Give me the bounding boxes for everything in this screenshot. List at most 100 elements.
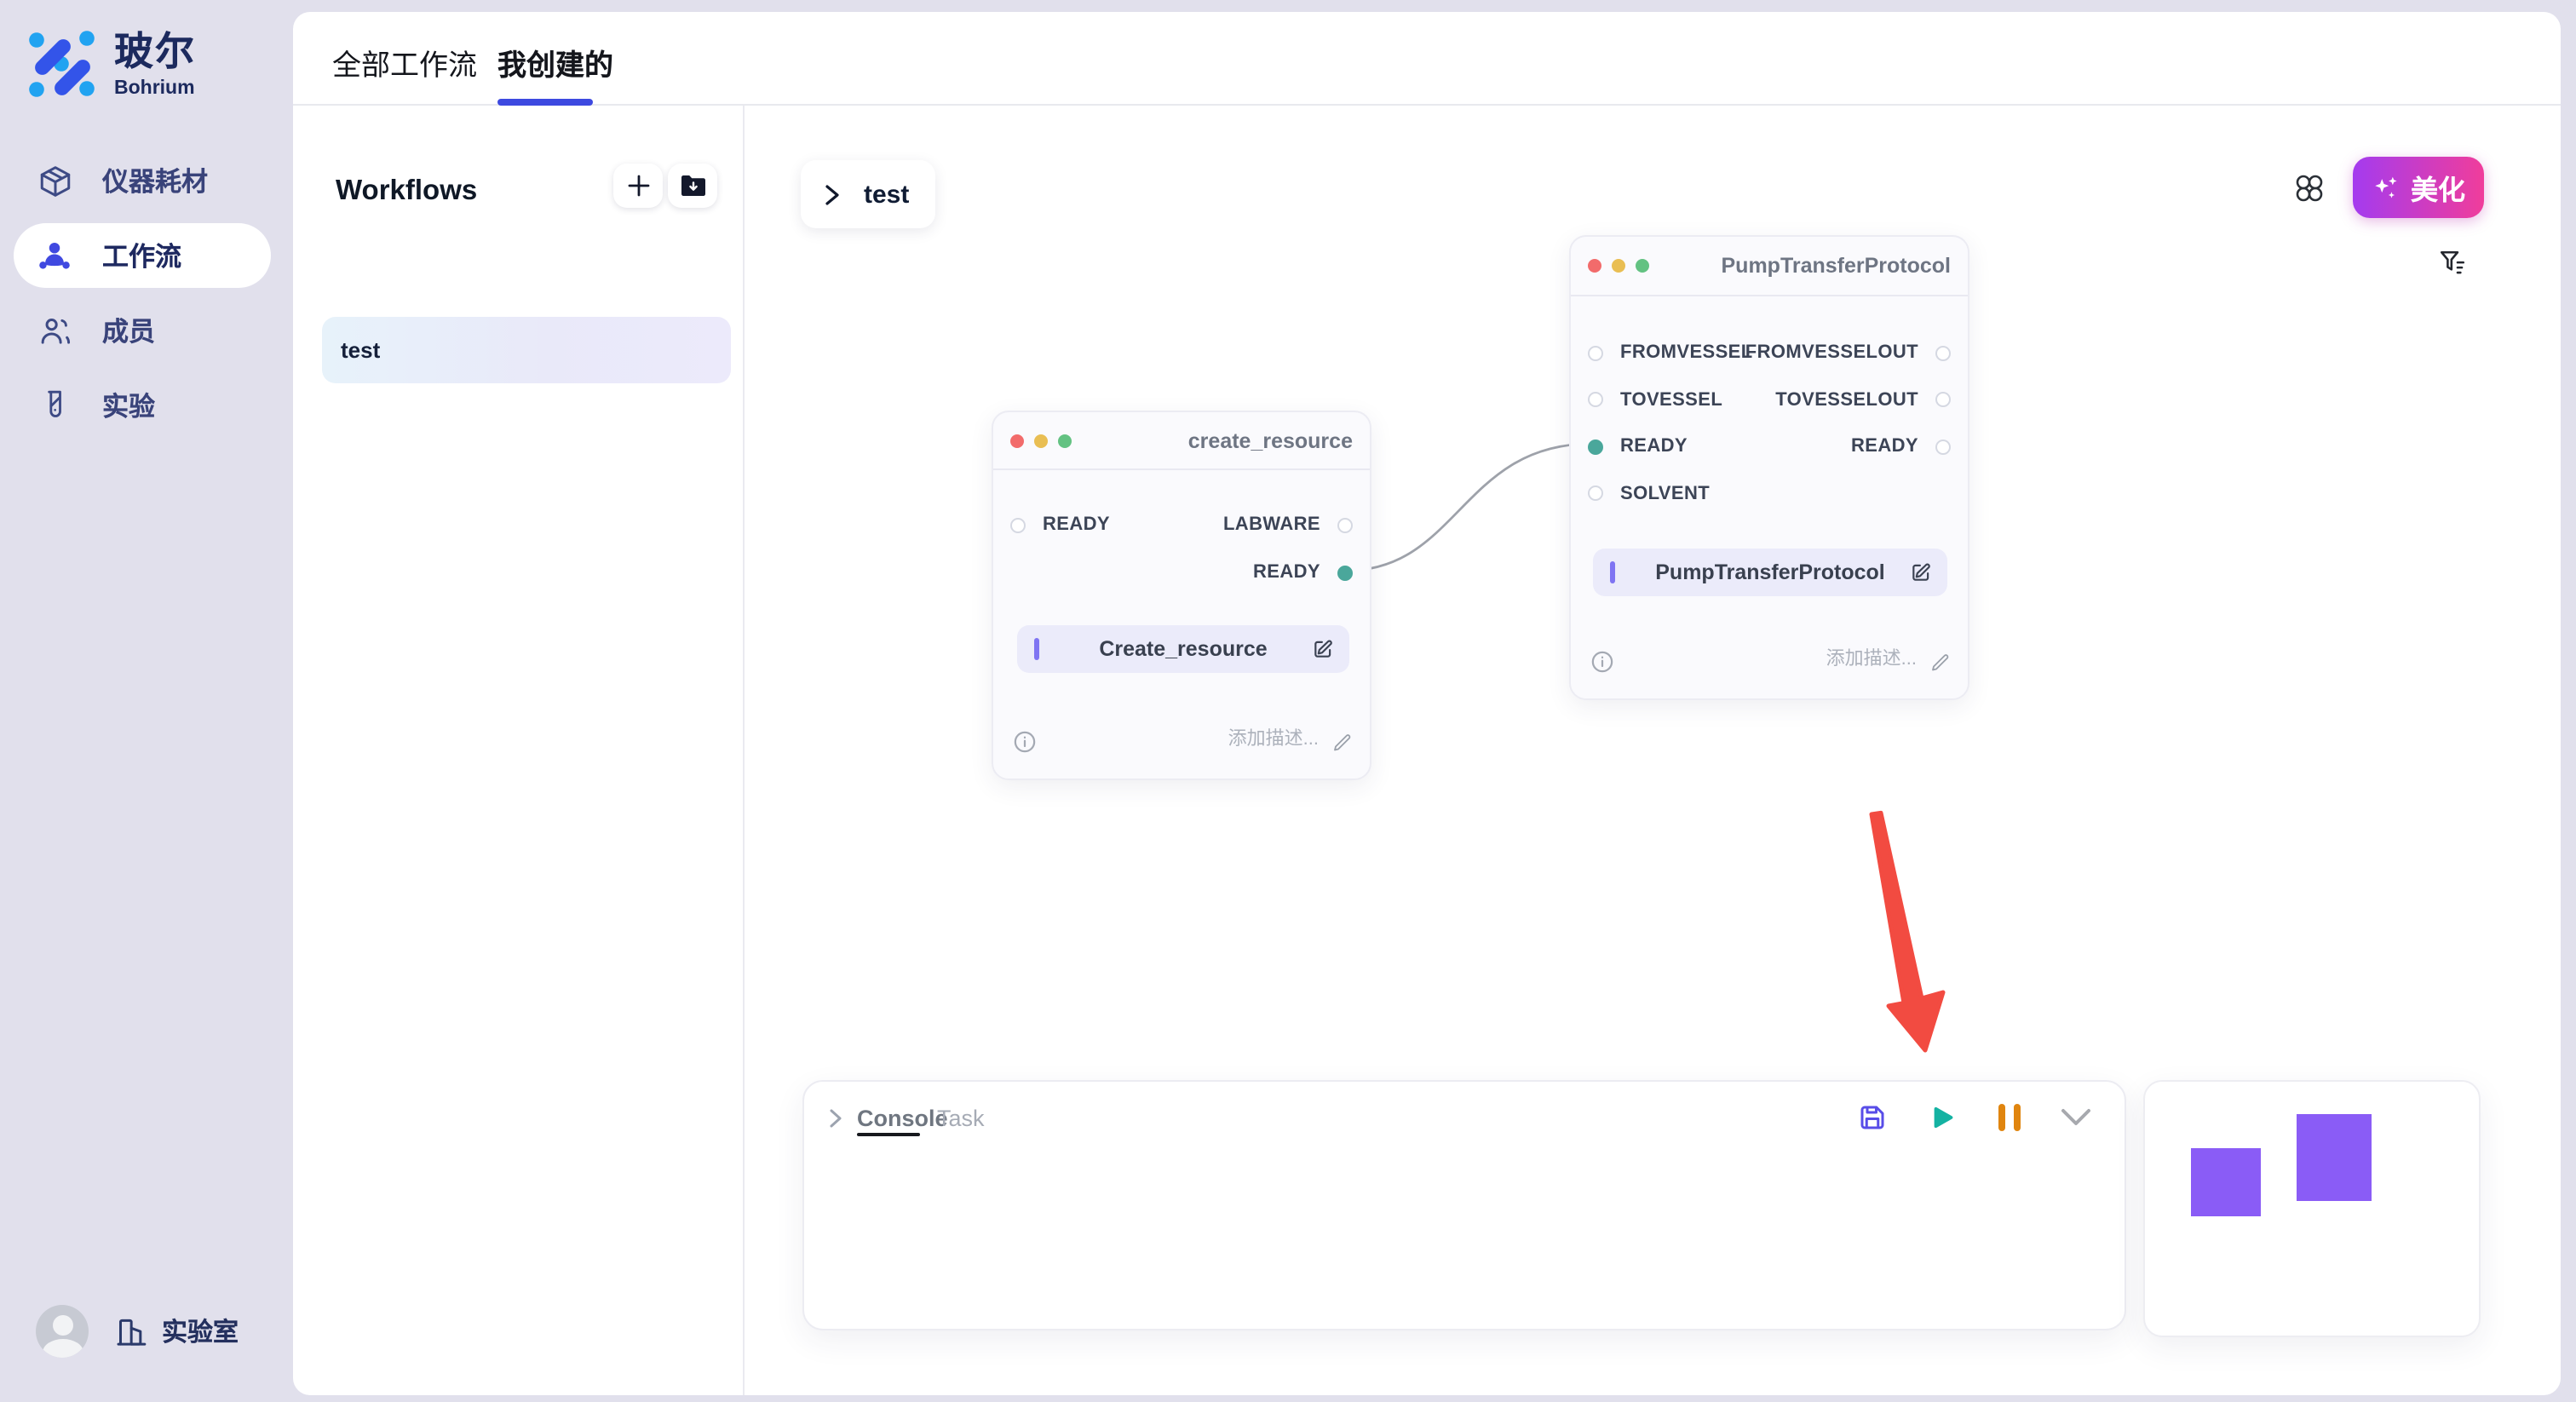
workflow-tabbar: 全部工作流 我创建的: [293, 12, 2561, 106]
input-port-ready[interactable]: READY: [1010, 501, 1110, 549]
import-folder-button[interactable]: [668, 164, 717, 208]
port-row: FROMVESSEL FROMVESSELOUT: [1571, 329, 1968, 376]
sidebar-item-label: 实验: [102, 387, 155, 424]
edit-icon[interactable]: [1910, 561, 1932, 583]
description-placeholder[interactable]: 添加描述...: [1826, 644, 1917, 671]
port-dot[interactable]: [1588, 486, 1603, 501]
members-icon: [36, 312, 73, 349]
port-row: READY LABWARE: [993, 501, 1370, 549]
minimap-node: [2297, 1114, 2372, 1201]
cursor-bar: [1034, 638, 1038, 660]
brand: 玻尔 Bohrium: [27, 29, 196, 100]
sidebar-item-workflow[interactable]: 工作流: [14, 223, 271, 288]
sidebar-item-instruments[interactable]: 仪器耗材: [14, 148, 271, 213]
lab-label: 实验室: [162, 1313, 239, 1349]
test-tube-icon: [36, 387, 73, 424]
port-dot-connected[interactable]: [1337, 565, 1353, 580]
output-port-tovesselout[interactable]: TOVESSELOUT: [1775, 376, 1951, 423]
beautify-label: 美化: [2411, 167, 2465, 208]
port-dot[interactable]: [1935, 439, 1951, 454]
filter-icon[interactable]: [2438, 249, 2467, 278]
node-title: PumpTransferProtocol: [1722, 254, 1952, 278]
chevron-right-icon[interactable]: [823, 183, 842, 205]
pencil-icon[interactable]: [1332, 733, 1353, 753]
info-icon[interactable]: [1014, 731, 1036, 753]
traffic-lights-icon: [1588, 259, 1649, 273]
cursor-bar: [1610, 561, 1614, 583]
sidebar-item-label: 仪器耗材: [102, 162, 208, 199]
console-panel: Console Task: [802, 1080, 2126, 1330]
sparkles-icon: [2372, 173, 2401, 202]
collapse-icon[interactable]: [2060, 1107, 2092, 1128]
port-row: READY READY: [1571, 422, 1968, 470]
bohrium-logo-icon: [27, 29, 97, 99]
sidebar-footer: 实验室: [36, 1305, 239, 1358]
node-header: create_resource: [993, 412, 1370, 470]
port-dot[interactable]: [1588, 392, 1603, 407]
breadcrumb-label[interactable]: test: [864, 180, 909, 209]
port-row: READY: [993, 549, 1370, 596]
beautify-button[interactable]: 美化: [2353, 157, 2484, 218]
building-icon: [114, 1314, 148, 1348]
input-port-fromvessel[interactable]: FROMVESSEL: [1588, 329, 1753, 376]
output-port-ready[interactable]: READY: [1253, 549, 1353, 596]
tab-my-created[interactable]: 我创建的: [497, 41, 613, 83]
node-title: create_resource: [1188, 428, 1353, 452]
lab-switcher[interactable]: 实验室: [114, 1313, 239, 1349]
sidebar-item-members[interactable]: 成员: [14, 298, 271, 363]
port-dot[interactable]: [1010, 517, 1026, 532]
input-port-solvent[interactable]: SOLVENT: [1588, 469, 1710, 517]
port-row: TOVESSEL TOVESSELOUT: [1571, 376, 1968, 423]
sidebar-item-label: 成员: [102, 312, 155, 349]
workflows-panel-title: Workflows: [336, 175, 477, 208]
traffic-lights-icon: [1010, 434, 1072, 447]
port-dot-connected[interactable]: [1588, 439, 1603, 454]
port-dot[interactable]: [1337, 517, 1353, 532]
input-port-ready[interactable]: READY: [1588, 422, 1688, 470]
save-icon[interactable]: [1857, 1102, 1888, 1133]
port-dot[interactable]: [1935, 392, 1951, 407]
workflow-users-icon: [36, 237, 73, 274]
expand-chevron-icon[interactable]: [826, 1109, 845, 1128]
output-port-ready[interactable]: READY: [1851, 422, 1951, 470]
node-footer: 添加描述...: [1571, 627, 1968, 698]
node-pump-transfer-protocol[interactable]: PumpTransferProtocol FROMVESSEL FROMVESS…: [1569, 235, 1969, 700]
workflow-item-name: test: [341, 337, 380, 363]
sidebar-nav: 仪器耗材 工作流: [0, 143, 283, 443]
description-placeholder[interactable]: 添加描述...: [1228, 724, 1319, 751]
layout-command-icon[interactable]: [2295, 174, 2324, 203]
workflows-panel: Workflows test: [293, 106, 745, 1395]
brand-name-cn: 玻尔: [114, 32, 196, 72]
node-create-resource[interactable]: create_resource READY LABWARE READY Crea…: [992, 411, 1371, 780]
box-icon: [36, 162, 73, 199]
breadcrumb: test: [801, 160, 935, 228]
edit-icon[interactable]: [1312, 638, 1334, 660]
tab-all-workflows[interactable]: 全部工作流: [332, 41, 477, 83]
node-action-button[interactable]: PumpTransferProtocol: [1593, 549, 1947, 595]
output-port-labware[interactable]: LABWARE: [1223, 501, 1353, 549]
active-tab-underline: [497, 99, 593, 105]
input-port-tovessel[interactable]: TOVESSEL: [1588, 376, 1722, 423]
port-dot[interactable]: [1588, 345, 1603, 360]
node-action-button[interactable]: Create_resource: [1017, 625, 1349, 673]
add-workflow-button[interactable]: [613, 164, 663, 208]
info-icon[interactable]: [1591, 651, 1613, 673]
sidebar-item-label: 工作流: [102, 237, 181, 274]
plus-icon: [626, 174, 650, 198]
node-footer: 添加描述...: [993, 707, 1370, 779]
output-port-fromvesselout[interactable]: FROMVESSELOUT: [1745, 329, 1951, 376]
app-window: 玻尔 Bohrium 仪器耗材: [0, 0, 2576, 1402]
minimap[interactable]: [2143, 1080, 2481, 1337]
sidebar-item-experiments[interactable]: 实验: [14, 373, 271, 438]
user-avatar[interactable]: [36, 1305, 89, 1358]
run-icon[interactable]: [1927, 1102, 1958, 1133]
workflow-list-item[interactable]: test: [322, 317, 731, 383]
folder-download-icon: [679, 174, 706, 198]
pencil-icon[interactable]: [1930, 652, 1951, 673]
node-header: PumpTransferProtocol: [1571, 237, 1968, 296]
task-tab[interactable]: Task: [937, 1106, 985, 1131]
console-tab[interactable]: Console: [857, 1106, 948, 1131]
port-dot[interactable]: [1935, 345, 1951, 360]
pause-icon[interactable]: [1998, 1104, 2022, 1131]
minimap-node: [2191, 1148, 2261, 1216]
